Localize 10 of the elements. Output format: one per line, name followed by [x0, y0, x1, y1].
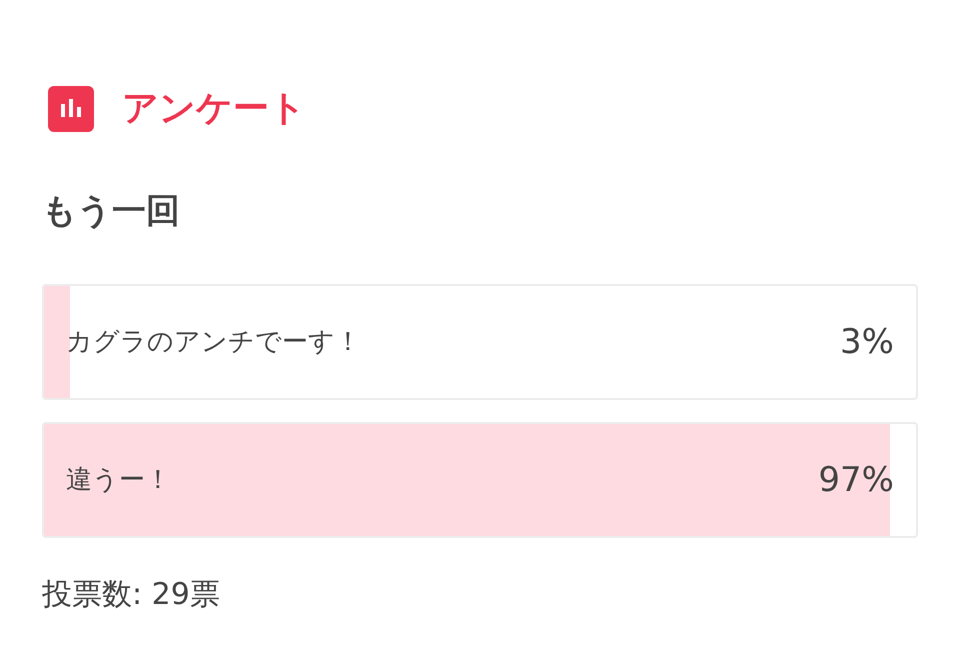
poll-option[interactable]: 違うー！ 97%: [42, 422, 918, 538]
option-percent: 3%: [840, 320, 894, 364]
option-label: 違うー！: [66, 464, 171, 496]
vote-count: 投票数: 29票: [42, 576, 220, 614]
option-label: カグラのアンチでーす！: [66, 326, 361, 358]
question-text: もう一回: [42, 194, 180, 228]
bar-chart-icon: [48, 86, 94, 132]
poll-option[interactable]: カグラのアンチでーす！ 3%: [42, 284, 918, 400]
option-percent: 97%: [818, 458, 894, 502]
poll-title: アンケート: [122, 91, 306, 127]
